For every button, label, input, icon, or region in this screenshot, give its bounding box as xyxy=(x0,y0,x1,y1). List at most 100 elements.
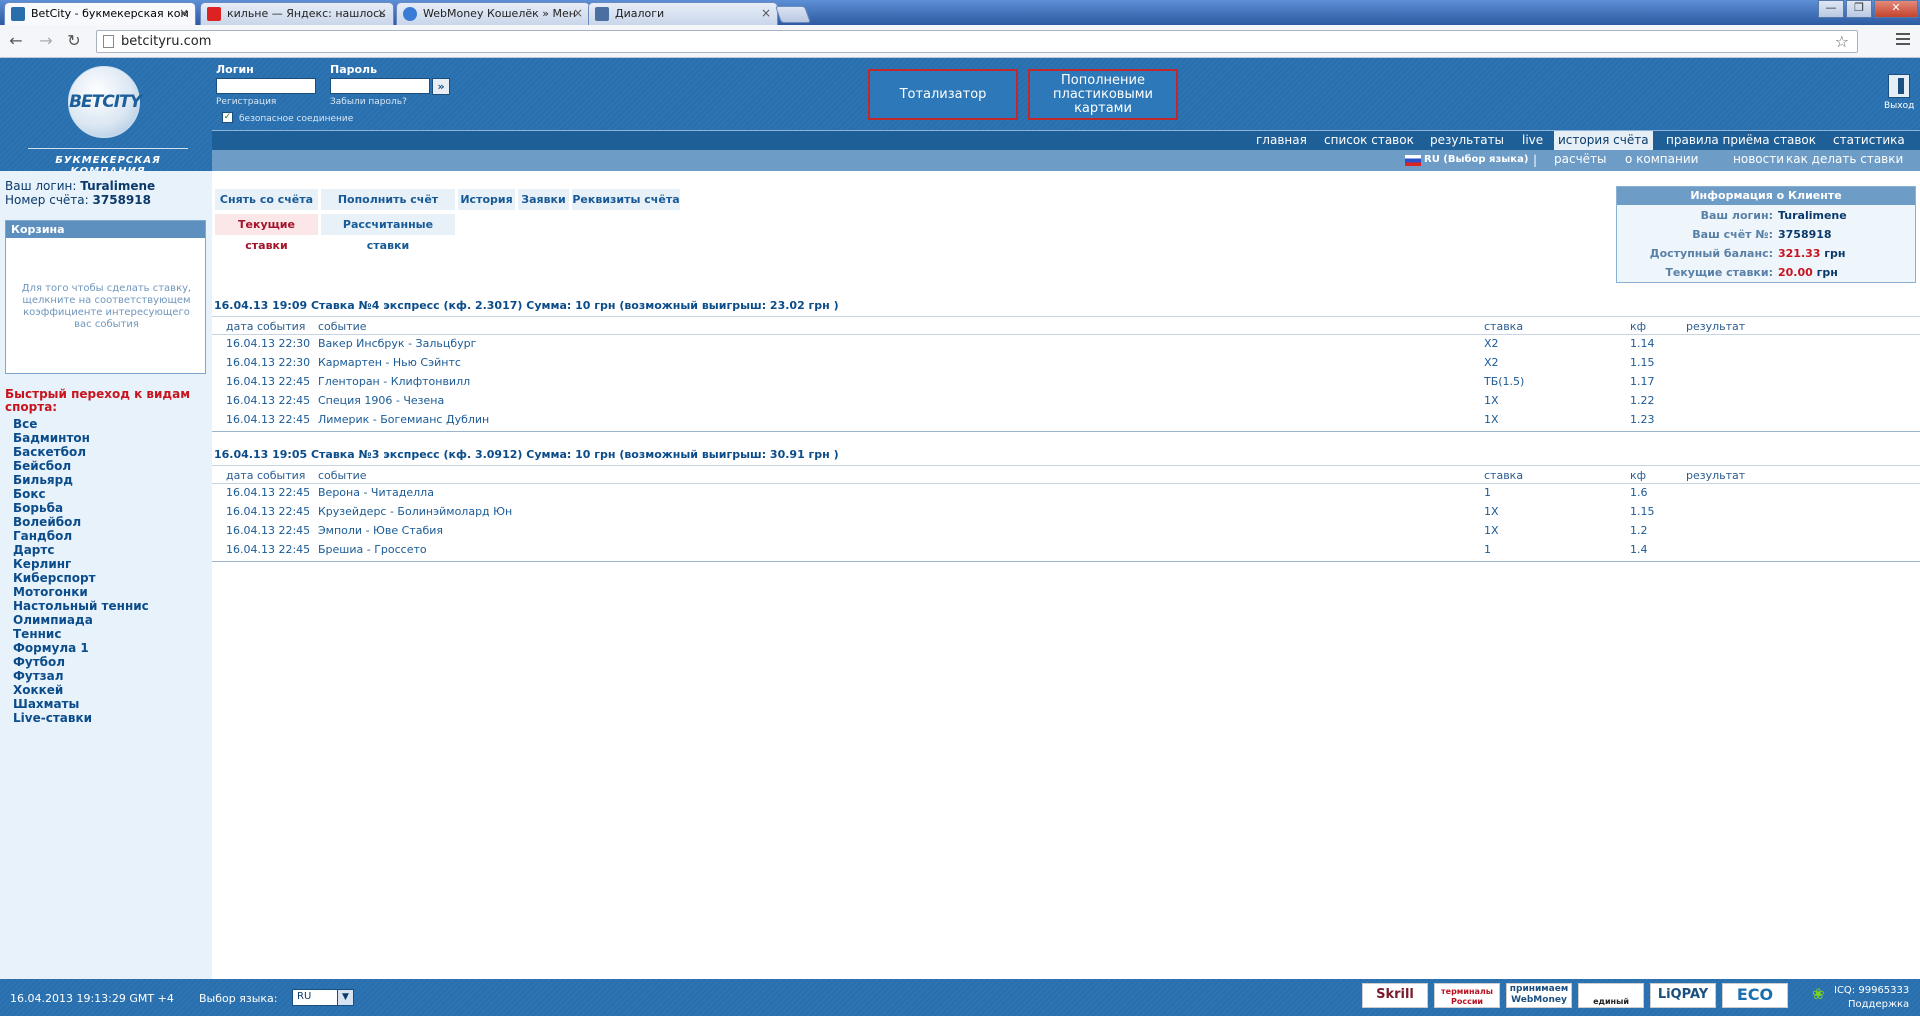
bet-odds: 1.23 xyxy=(1630,413,1655,426)
nav-results[interactable]: результаты xyxy=(1430,133,1504,147)
new-tab-button[interactable] xyxy=(774,6,812,23)
col-date: дата события xyxy=(226,469,306,482)
bet-odds: 1.15 xyxy=(1630,356,1655,369)
sport-link[interactable]: Теннис xyxy=(13,627,149,641)
sport-link[interactable]: Бильярд xyxy=(13,473,149,487)
event-date: 16.04.13 22:45 xyxy=(226,413,311,426)
browser-tab-dialogs[interactable]: Диалоги × xyxy=(588,2,778,25)
sport-link[interactable]: Live-ставки xyxy=(13,711,149,725)
icq-number: ICQ: 99965333 xyxy=(1834,985,1910,996)
sport-link[interactable]: Бокс xyxy=(13,487,149,501)
browser-tab-betcity[interactable]: BetCity - букмекерская ком × xyxy=(4,2,196,25)
nav-account-history[interactable]: история счёта xyxy=(1554,131,1653,150)
nav-bet-list[interactable]: список ставок xyxy=(1324,133,1414,147)
sport-link[interactable]: Формула 1 xyxy=(13,641,149,655)
event-name[interactable]: Кармартен - Нью Сэйнтс xyxy=(318,356,461,369)
sport-link[interactable]: Дартс xyxy=(13,543,149,557)
tab-close-icon[interactable]: × xyxy=(761,6,771,20)
sport-link[interactable]: Настольный теннис xyxy=(13,599,149,613)
current-bets-tab[interactable]: Текущие ставки xyxy=(215,214,318,252)
table-row: 16.04.13 22:45 Специя 1906 - Чезена 1X 1.22 xyxy=(212,391,1920,410)
bet-type: 1X xyxy=(1484,394,1499,407)
nav-main[interactable]: главная xyxy=(1256,133,1307,147)
login-submit-button[interactable]: » xyxy=(432,78,450,95)
server-time: 16.04.2013 19:13:29 GMT +4 xyxy=(10,992,174,1005)
forgot-password-link[interactable]: Забыли пароль? xyxy=(330,97,407,107)
login-input[interactable] xyxy=(216,78,316,94)
forward-arrow-icon[interactable]: → xyxy=(36,31,56,51)
withdraw-tab[interactable]: Снять со счёта xyxy=(215,189,318,210)
browser-menu-icon[interactable] xyxy=(1896,33,1910,47)
account-number: 3758918 xyxy=(92,193,151,207)
col-result: результат xyxy=(1686,320,1746,333)
address-bar[interactable]: betcityru.com ☆ xyxy=(96,30,1858,53)
login-label: Логин xyxy=(216,63,254,76)
secure-connection-checkbox[interactable]: ✓ xyxy=(222,112,233,123)
event-name[interactable]: Вакер Инсбрук - Зальцбург xyxy=(318,337,476,350)
icq-flower-icon: ❀ xyxy=(1812,985,1825,1003)
window-close-button[interactable]: ✕ xyxy=(1874,0,1918,18)
exit-button[interactable]: Выход xyxy=(1884,74,1914,116)
settled-bets-tab[interactable]: Рассчитанные ставки xyxy=(321,214,455,252)
browser-tab-yandex[interactable]: кильне — Яндекс: нашлось × xyxy=(200,2,394,25)
sport-link[interactable]: Борьба xyxy=(13,501,149,515)
sport-link[interactable]: Волейбол xyxy=(13,515,149,529)
requests-tab[interactable]: Заявки xyxy=(518,189,569,210)
col-event: событие xyxy=(318,320,367,333)
back-arrow-icon[interactable]: ← xyxy=(6,31,26,51)
event-name[interactable]: Крузейдерс - Болинэймолард Юн xyxy=(318,505,512,518)
maximize-button[interactable]: ❐ xyxy=(1846,0,1872,18)
tab-close-icon[interactable]: × xyxy=(179,6,189,20)
nav-how-to-bet[interactable]: как делать ставки xyxy=(1786,152,1903,166)
sport-link[interactable]: Керлинг xyxy=(13,557,149,571)
col-odds: кф xyxy=(1630,320,1647,333)
nav-about[interactable]: о компании xyxy=(1625,152,1698,166)
sport-link[interactable]: Киберспорт xyxy=(13,571,149,585)
sport-link[interactable]: Мотогонки xyxy=(13,585,149,599)
card-topup-button[interactable]: Пополнение пластиковыми картами xyxy=(1028,69,1178,120)
event-name[interactable]: Лимерик - Богемианс Дублин xyxy=(318,413,489,426)
nav-statistics[interactable]: статистика xyxy=(1833,133,1905,147)
sport-link[interactable]: Все xyxy=(13,417,149,431)
sport-link[interactable]: Футбол xyxy=(13,655,149,669)
nav-news[interactable]: новости xyxy=(1733,152,1784,166)
sport-link[interactable]: Олимпиада xyxy=(13,613,149,627)
language-select-link[interactable]: RU (Выбор языка) xyxy=(1424,154,1528,165)
browser-tab-webmoney[interactable]: WebMoney Кошелёк » Мен × xyxy=(396,2,590,25)
register-link[interactable]: Регистрация xyxy=(216,97,276,107)
event-name[interactable]: Верона - Читаделла xyxy=(318,486,434,499)
sport-link[interactable]: Гандбол xyxy=(13,529,149,543)
nav-live[interactable]: live xyxy=(1522,133,1543,147)
footer-language-select[interactable]: RU ▼ xyxy=(292,989,354,1006)
totalizator-button[interactable]: Тотализатор xyxy=(868,69,1018,120)
nav-settlements[interactable]: расчёты xyxy=(1554,152,1607,166)
history-tab[interactable]: История xyxy=(458,189,515,210)
bet-odds: 1.14 xyxy=(1630,337,1655,350)
reload-icon[interactable]: ↻ xyxy=(64,31,84,51)
account-details-tab[interactable]: Реквизиты счёта xyxy=(572,189,680,210)
password-input[interactable] xyxy=(330,78,430,94)
event-name[interactable]: Специя 1906 - Чезена xyxy=(318,394,444,407)
footer-lang-label: Выбор языка: xyxy=(199,992,278,1005)
nav-rules[interactable]: правила приёма ставок xyxy=(1666,133,1816,147)
betcity-logo[interactable]: BETCITY БУКМЕКЕРСКАЯ КОМПАНИЯ xyxy=(28,62,188,177)
col-bet: ставка xyxy=(1484,469,1524,482)
event-name[interactable]: Эмполи - Юве Стабия xyxy=(318,524,443,537)
minimize-button[interactable]: — xyxy=(1818,0,1844,18)
bet-table-end xyxy=(212,431,1920,432)
deposit-tab[interactable]: Пополнить счёт xyxy=(321,189,455,210)
sport-link[interactable]: Бадминтон xyxy=(13,431,149,445)
sport-link[interactable]: Баскетбол xyxy=(13,445,149,459)
tab-close-icon[interactable]: × xyxy=(377,6,387,20)
sport-link[interactable]: Шахматы xyxy=(13,697,149,711)
browser-tab-title: WebMoney Кошелёк » Мен xyxy=(423,7,576,20)
sport-link[interactable]: Бейсбол xyxy=(13,459,149,473)
sport-link[interactable]: Футзал xyxy=(13,669,149,683)
event-name[interactable]: Гленторан - Клифтонвилл xyxy=(318,375,470,388)
bookmark-star-icon[interactable]: ☆ xyxy=(1835,32,1849,51)
event-name[interactable]: Брешиа - Гроссето xyxy=(318,543,427,556)
support-link[interactable]: Поддержка xyxy=(1848,999,1909,1010)
tab-close-icon[interactable]: × xyxy=(573,6,583,20)
sport-link[interactable]: Хоккей xyxy=(13,683,149,697)
bet-type: 1 xyxy=(1484,486,1491,499)
